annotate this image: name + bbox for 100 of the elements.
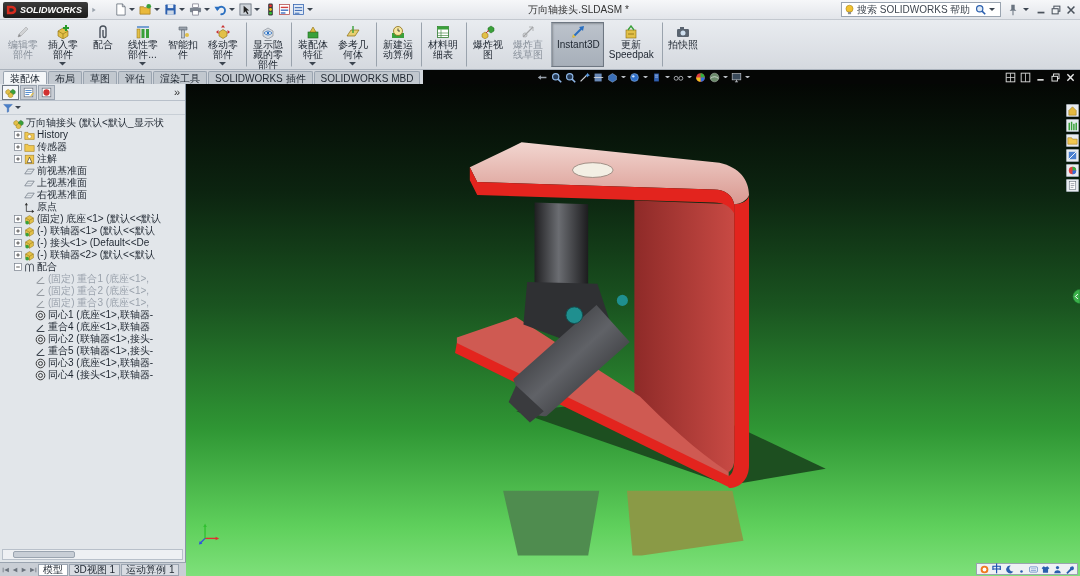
tree-item[interactable]: 同心2 (联轴器<1>,接头-	[35, 333, 154, 345]
plus-box-icon[interactable]	[14, 143, 22, 151]
shirt-icon[interactable]	[1041, 564, 1050, 574]
caret-icon[interactable]	[204, 8, 210, 11]
ribbon-button[interactable]: Instant3D	[551, 22, 604, 67]
ribbon-button[interactable]: 装配体特征	[291, 22, 332, 67]
ribbon-button[interactable]: 移动零部件	[203, 22, 242, 67]
undo-icon[interactable]	[214, 3, 227, 16]
tree-item[interactable]: (-) 联轴器<1> (默认<<默认	[24, 225, 155, 237]
caret-icon[interactable]	[179, 8, 185, 11]
command-tab[interactable]: 装配体	[3, 71, 47, 84]
ribbon-button[interactable]: 新建运动算例	[376, 22, 417, 67]
bars-icon[interactable]	[1066, 119, 1079, 132]
input-mode-indicator[interactable]: 中	[992, 564, 1002, 574]
plus-box-icon[interactable]	[14, 239, 22, 247]
ring-icon[interactable]	[980, 564, 989, 574]
caret-icon[interactable]	[349, 62, 356, 66]
panel-tab[interactable]	[20, 84, 37, 100]
solidworks-logo-button[interactable]: SOLIDWORKS	[3, 1, 88, 18]
ribbon-button[interactable]: 更新Speedpak	[604, 22, 658, 67]
caret-icon[interactable]	[129, 8, 135, 11]
pointer-icon[interactable]	[239, 3, 252, 16]
caret-icon[interactable]	[154, 8, 160, 11]
caret-icon[interactable]	[745, 75, 751, 79]
document-icon[interactable]	[292, 3, 305, 16]
house-icon[interactable]	[1066, 104, 1079, 117]
caret-icon[interactable]	[1023, 8, 1029, 11]
tree-item[interactable]: 传感器	[24, 141, 67, 153]
more-button[interactable]: »	[170, 86, 183, 98]
tree-item[interactable]: 万向轴接头 (默认<默认_显示状	[13, 117, 164, 129]
section-icon[interactable]	[593, 71, 605, 83]
magnifier-icon[interactable]	[551, 71, 563, 83]
tree-item[interactable]: (-) 联轴器<2> (默认<<默认	[24, 249, 155, 261]
tree-item[interactable]: 右视基准面	[24, 189, 87, 201]
side-handle-icon[interactable]	[1070, 289, 1080, 304]
tree-item[interactable]: 重合4 (底座<1>,联轴器	[35, 321, 150, 333]
close-icon[interactable]	[1065, 3, 1077, 16]
restore-icon[interactable]	[1050, 71, 1061, 83]
ball-icon[interactable]	[695, 71, 707, 83]
caret-icon[interactable]	[219, 62, 226, 66]
caret-icon[interactable]	[229, 8, 235, 11]
previous-icon[interactable]	[11, 565, 19, 574]
caret-icon[interactable]	[309, 62, 316, 66]
panel-tab[interactable]	[2, 84, 19, 100]
minus-box-icon[interactable]	[14, 263, 22, 271]
tree-item[interactable]: 同心1 (底座<1>,联轴器-	[35, 309, 154, 321]
panel-tab[interactable]	[38, 84, 55, 100]
form-icon[interactable]	[278, 3, 291, 16]
caret-icon[interactable]	[59, 62, 66, 66]
plus-box-icon[interactable]	[14, 215, 22, 223]
tree-item[interactable]: 配合	[24, 261, 57, 273]
command-tab[interactable]: SOLIDWORKS MBD	[313, 71, 421, 84]
search-field[interactable]: 搜索 SOLIDWORKS 帮助	[841, 2, 1001, 17]
ribbon-button[interactable]: 线性零部件...	[123, 22, 162, 67]
printer-icon[interactable]	[189, 3, 202, 16]
wand-icon[interactable]	[579, 71, 591, 83]
ribbon-button[interactable]: 材料明细表	[421, 22, 462, 67]
command-tab[interactable]: 评估	[118, 71, 152, 84]
caret-icon[interactable]	[989, 8, 995, 11]
plus-box-icon[interactable]	[14, 131, 22, 139]
caret-icon[interactable]	[15, 106, 21, 109]
save-icon[interactable]	[164, 3, 177, 16]
caret-icon[interactable]	[687, 75, 693, 79]
viewport-grid-icon[interactable]	[1005, 71, 1016, 83]
plus-box-icon[interactable]	[14, 155, 22, 163]
command-tab[interactable]: 草图	[83, 71, 117, 84]
command-tab[interactable]: 布局	[48, 71, 82, 84]
sheet-tab[interactable]: 运动算例 1	[121, 563, 180, 576]
tree-item[interactable]: 原点	[24, 201, 57, 213]
sheet-tab[interactable]: 模型	[38, 563, 68, 576]
folder-icon[interactable]	[1066, 134, 1079, 147]
sheet-tab[interactable]: 3D视图 1	[69, 563, 121, 576]
filter-icon[interactable]	[3, 102, 13, 113]
plus-box-icon[interactable]	[14, 227, 22, 235]
tree-item[interactable]: (固定) 底座<1> (默认<<默认	[24, 213, 162, 225]
search-icon[interactable]	[975, 4, 986, 15]
tree-item[interactable]: 注解	[24, 153, 57, 165]
pin-icon[interactable]	[1007, 3, 1019, 16]
caret-icon[interactable]	[723, 75, 729, 79]
caret-icon[interactable]	[643, 75, 649, 79]
caret-icon[interactable]	[307, 8, 313, 11]
ribbon-button[interactable]: 爆炸视图	[466, 22, 507, 67]
globe-icon[interactable]	[709, 71, 721, 83]
document-icon[interactable]	[1066, 179, 1079, 192]
horizontal-scrollbar[interactable]	[2, 549, 183, 560]
caret-icon[interactable]	[254, 8, 260, 11]
scrollbar-thumb[interactable]	[13, 551, 75, 558]
next-icon[interactable]	[20, 565, 28, 574]
caret-icon[interactable]	[139, 62, 146, 66]
sphere-icon[interactable]	[629, 71, 641, 83]
command-tab[interactable]: SOLIDWORKS 插件	[208, 71, 313, 84]
monitor-icon[interactable]	[731, 71, 743, 83]
tree-item[interactable]: (-) 接头<1> (Default<<De	[24, 237, 150, 249]
ribbon-button[interactable]: 拍快照	[661, 22, 703, 67]
last-icon[interactable]	[29, 565, 37, 574]
ribbon-button[interactable]: 配合	[83, 22, 122, 67]
viewport-split-icon[interactable]	[1020, 71, 1031, 83]
caret-icon[interactable]	[621, 75, 627, 79]
tree-item[interactable]: 前视基准面	[24, 165, 87, 177]
plus-box-icon[interactable]	[14, 251, 22, 259]
